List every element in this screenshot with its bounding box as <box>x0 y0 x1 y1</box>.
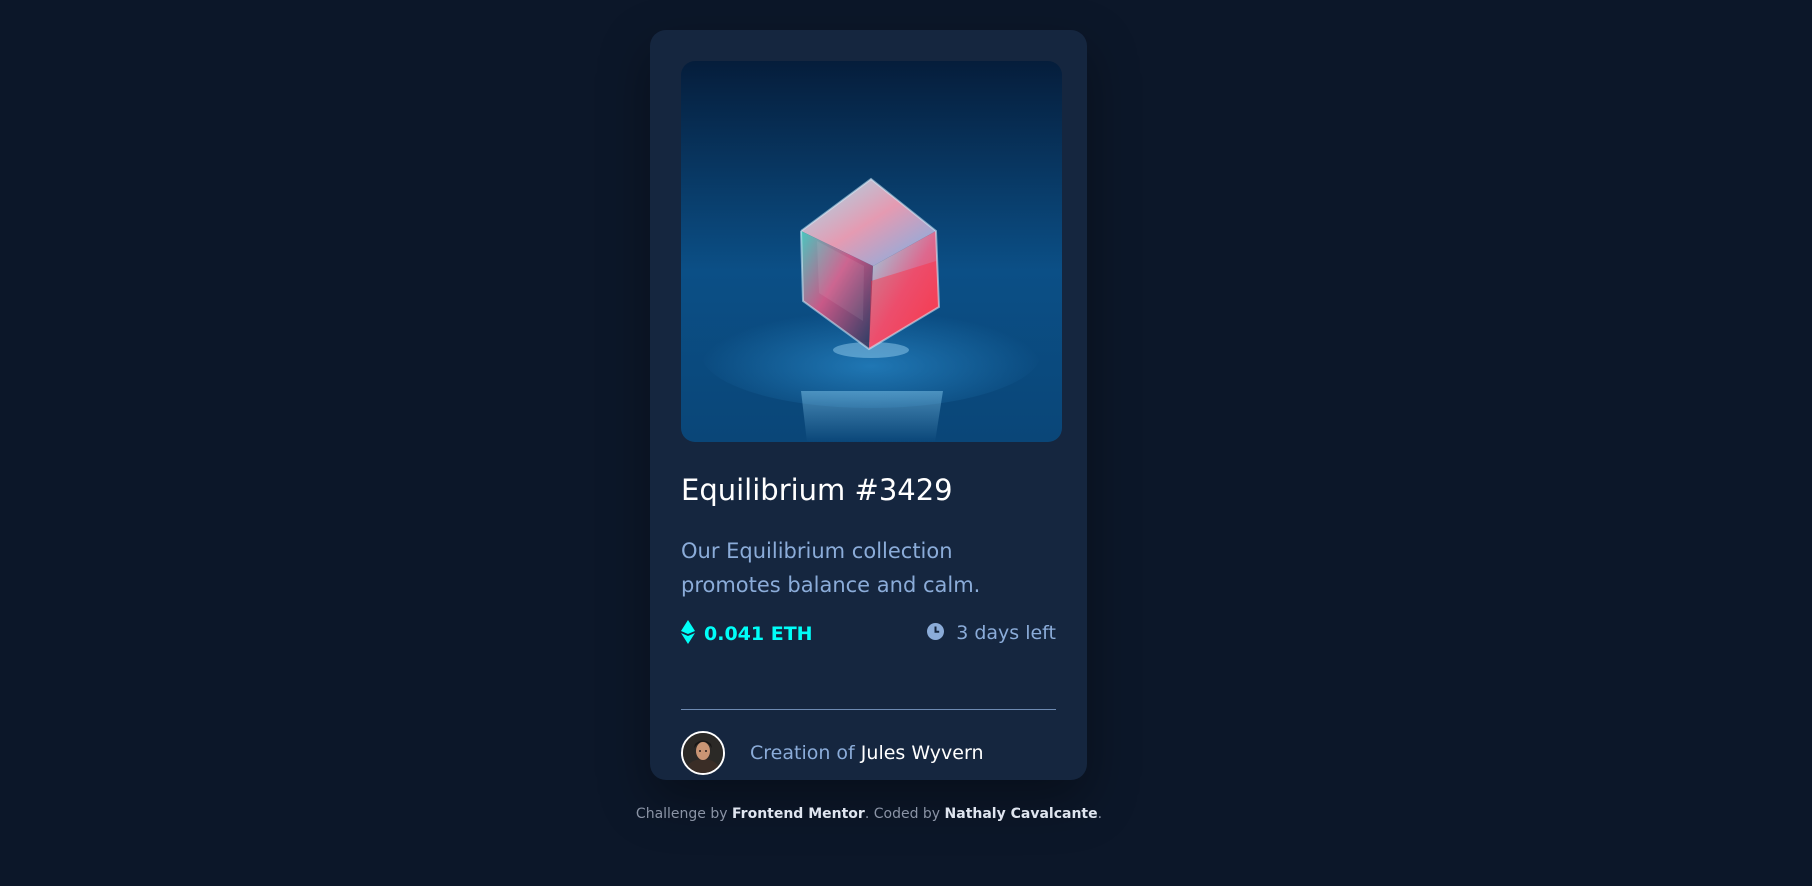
creator-name-link[interactable]: Jules Wyvern <box>861 742 984 764</box>
avatar <box>681 731 725 775</box>
creator-prefix: Creation of <box>750 742 855 764</box>
author-link[interactable]: Nathaly Cavalcante <box>945 806 1098 822</box>
ethereum-icon <box>681 620 695 648</box>
price-value: 0.041 ETH <box>704 623 813 645</box>
creator-line: Creation of Jules Wyvern <box>750 742 984 764</box>
time-group: 3 days left <box>927 622 1056 644</box>
creator-row: Creation of Jules Wyvern <box>681 731 984 775</box>
attribution-text-1: Challenge by <box>635 806 728 822</box>
nft-title[interactable]: Equilibrium #3429 <box>681 473 953 507</box>
clock-icon <box>927 622 945 644</box>
nft-description: Our Equilibrium collection promotes bala… <box>681 539 981 597</box>
hero-image[interactable] <box>681 61 1062 442</box>
avatar-image <box>683 733 723 773</box>
price-group: 0.041 ETH <box>681 620 813 648</box>
attribution: Challenge by Frontend Mentor. Coded by N… <box>0 806 1738 822</box>
card-divider <box>681 709 1056 710</box>
frontend-mentor-link[interactable]: Frontend Mentor <box>732 806 865 822</box>
time-left-text: 3 days left <box>956 622 1056 644</box>
attribution-text-3: . <box>1097 806 1103 822</box>
nft-card: Equilibrium #3429 Our Equilibrium collec… <box>650 30 1087 780</box>
attribution-text-2: . Coded by <box>864 806 941 822</box>
crystal-cube-image <box>681 61 1062 442</box>
